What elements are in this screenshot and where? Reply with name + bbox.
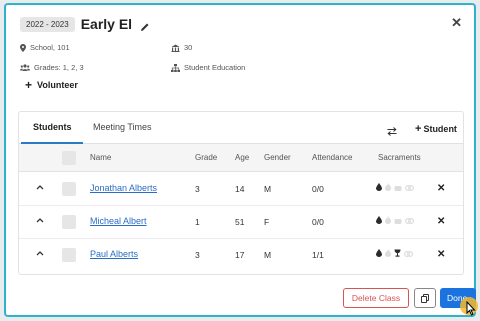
add-volunteer-button[interactable]: + Volunteer (25, 78, 78, 92)
baptism-drop-icon[interactable] (376, 216, 382, 224)
select-all-checkbox[interactable] (62, 151, 76, 165)
grade-cell: 3 (195, 250, 200, 260)
student-name-link[interactable]: Jonathan Alberts (90, 183, 157, 193)
gender-cell: F (264, 217, 270, 227)
class-title: Early El (80, 16, 133, 32)
program-text: Student Education (184, 63, 246, 72)
grade-cell: 3 (195, 184, 200, 194)
rings-icon[interactable] (405, 184, 414, 191)
grades-text: Grades: 1, 2, 3 (34, 63, 84, 72)
rings-icon[interactable] (404, 250, 413, 257)
fire-icon[interactable] (385, 183, 391, 191)
grades-info: Grades: 1, 2, 3 (20, 63, 84, 72)
baptism-drop-icon[interactable] (376, 183, 382, 191)
modal-header: 2022 - 2023 Early El (20, 13, 150, 35)
row-checkbox[interactable] (62, 182, 76, 196)
sitemap-icon (171, 63, 180, 72)
rings-icon[interactable] (405, 217, 414, 224)
sacraments-cell (376, 183, 414, 191)
row-checkbox[interactable] (62, 248, 76, 262)
plus-icon: + (25, 78, 33, 92)
student-name-link[interactable]: Paul Alberts (90, 249, 138, 259)
mouse-cursor-icon (466, 301, 476, 316)
attendance-cell: 0/0 (312, 217, 324, 227)
remove-student-icon[interactable]: ✕ (437, 249, 445, 260)
add-student-label: Student (423, 124, 457, 134)
remove-student-icon[interactable]: ✕ (437, 216, 445, 227)
plus-icon: + (415, 123, 422, 135)
table-header: Name Grade Age Gender Attendance Sacrame… (19, 144, 463, 172)
bread-icon[interactable] (394, 184, 402, 191)
tab-bar: Students Meeting Times + Student (19, 112, 463, 144)
column-header-age: Age (235, 153, 250, 162)
sacraments-cell (376, 249, 413, 257)
column-header-gender: Gender (264, 153, 291, 162)
chevron-up-icon[interactable] (36, 217, 44, 223)
table-row: Paul Alberts 3 17 M 1/1 ✕ (19, 239, 463, 272)
attendance-cell: 0/0 (312, 184, 324, 194)
delete-class-button[interactable]: Delete Class (343, 288, 409, 308)
volunteer-label: Volunteer (37, 80, 78, 90)
copy-icon (421, 293, 429, 303)
row-checkbox[interactable] (62, 215, 76, 229)
copy-button[interactable] (414, 288, 436, 308)
chalice-icon[interactable] (394, 249, 401, 257)
attendance-cell: 1/1 (312, 250, 324, 260)
tab-meeting-times[interactable]: Meeting Times (93, 122, 152, 132)
age-cell: 51 (235, 217, 245, 227)
table-row: Micheal Albert 1 51 F 0/0 ✕ (19, 206, 463, 239)
gender-cell: M (264, 184, 272, 194)
fire-icon[interactable] (385, 216, 391, 224)
column-header-name: Name (90, 153, 112, 162)
sacraments-cell (376, 216, 414, 224)
baptism-drop-icon[interactable] (376, 249, 382, 257)
chevron-up-icon[interactable] (36, 184, 44, 190)
room-text: 30 (184, 43, 193, 52)
program-info: Student Education (171, 63, 245, 72)
map-marker-icon (20, 43, 26, 52)
chevron-up-icon[interactable] (36, 250, 44, 256)
age-cell: 14 (235, 184, 245, 194)
age-cell: 17 (235, 250, 245, 260)
class-modal: 2022 - 2023 Early El ✕ School, 101 30 Gr… (4, 3, 478, 317)
student-name-link[interactable]: Micheal Albert (90, 216, 147, 226)
table-row: Jonathan Alberts 3 14 M 0/0 ✕ (19, 173, 463, 206)
users-icon (20, 64, 30, 71)
pencil-icon[interactable] (140, 19, 150, 31)
fire-icon[interactable] (385, 249, 391, 257)
column-header-sacraments: Sacraments (378, 153, 421, 162)
location-info: School, 101 (20, 43, 70, 52)
tab-students[interactable]: Students (33, 122, 72, 132)
close-icon[interactable]: ✕ (451, 15, 462, 31)
gender-cell: M (264, 250, 272, 260)
transfer-icon[interactable] (387, 123, 397, 141)
room-info: 30 (171, 43, 192, 52)
remove-student-icon[interactable]: ✕ (437, 183, 445, 194)
year-badge: 2022 - 2023 (20, 16, 75, 32)
building-icon (171, 44, 180, 52)
add-student-button[interactable]: + Student (415, 123, 457, 135)
column-header-attendance: Attendance (312, 153, 353, 162)
bread-icon[interactable] (394, 217, 402, 224)
column-header-grade: Grade (195, 153, 218, 162)
grade-cell: 1 (195, 217, 200, 227)
students-panel: Students Meeting Times + Student Name Gr… (18, 111, 464, 275)
location-text: School, 101 (30, 43, 70, 52)
